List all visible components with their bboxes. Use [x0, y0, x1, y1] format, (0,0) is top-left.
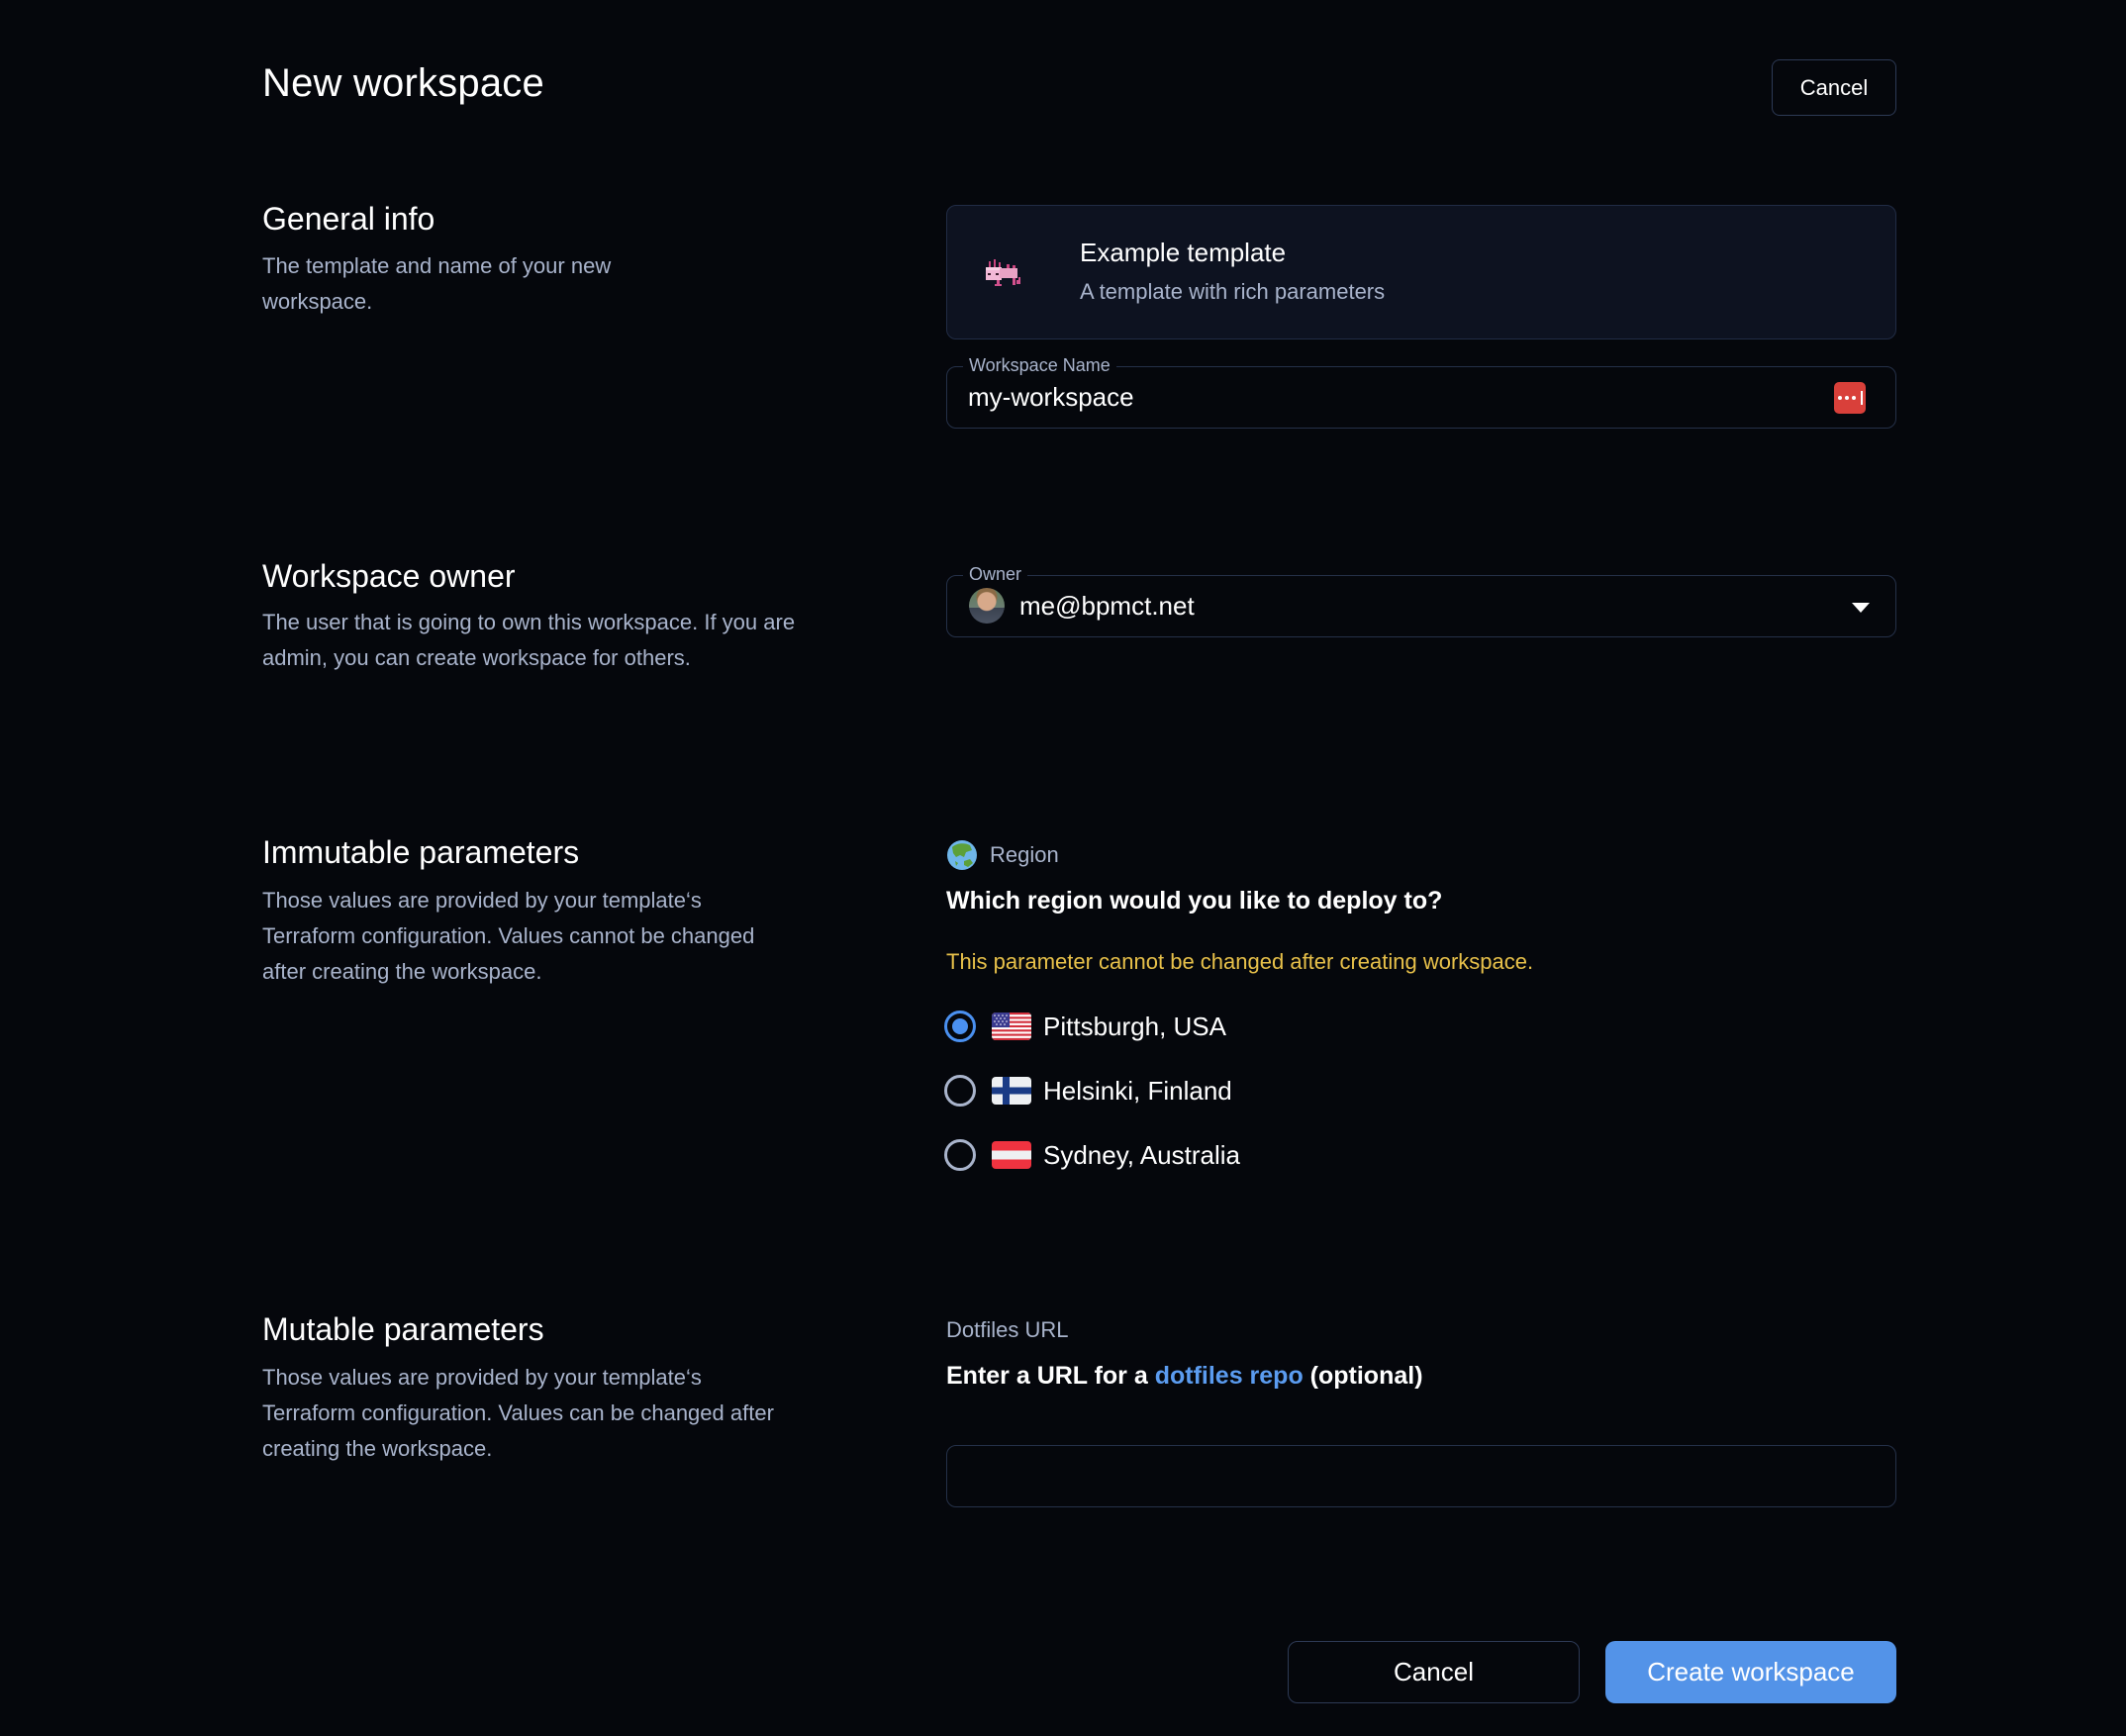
region-option-label: Pittsburgh, USA — [1043, 1011, 1226, 1041]
region-option-pittsburgh[interactable]: Pittsburgh, USA — [944, 1007, 1226, 1046]
page-title: New workspace — [262, 61, 544, 105]
region-option-sydney[interactable]: Sydney, Australia — [944, 1135, 1240, 1175]
workspace-owner-description: The user that is going to own this works… — [262, 610, 796, 670]
owner-value: me@bpmct.net — [1019, 590, 1195, 621]
axolotl-icon — [986, 259, 1020, 286]
dotfiles-prompt-prefix: Enter a URL for a — [946, 1362, 1155, 1390]
dotfiles-prompt: Enter a URL for a dotfiles repo (optiona… — [946, 1362, 1423, 1391]
region-label: Region — [990, 842, 1059, 867]
workspace-owner-heading: Workspace owner — [262, 558, 516, 594]
general-info-description: The template and name of your new worksp… — [262, 253, 612, 314]
header-cancel-button[interactable]: Cancel — [1772, 59, 1896, 116]
create-workspace-button[interactable]: Create workspace — [1605, 1641, 1896, 1703]
dotfiles-url-label: Dotfiles URL — [946, 1317, 1069, 1342]
lastpass-icon[interactable] — [1834, 382, 1866, 414]
region-immutable-warning: This parameter cannot be changed after c… — [946, 949, 1534, 974]
dotfiles-prompt-suffix: (optional) — [1303, 1362, 1423, 1390]
red-white-red-flag-icon — [992, 1141, 1031, 1169]
chevron-down-icon[interactable] — [1852, 603, 1870, 613]
user-avatar — [969, 588, 1005, 624]
globe-icon — [947, 840, 977, 870]
template-name: Example template — [1080, 238, 1287, 267]
footer-cancel-button[interactable]: Cancel — [1288, 1641, 1580, 1703]
mutable-parameters-description: Those values are provided by your templa… — [262, 1365, 774, 1461]
dotfiles-url-input[interactable] — [947, 1446, 1895, 1506]
radio-unchecked[interactable] — [944, 1075, 976, 1107]
immutable-parameters-heading: Immutable parameters — [262, 834, 580, 870]
dotfiles-url-field[interactable] — [946, 1445, 1896, 1507]
region-option-helsinki[interactable]: Helsinki, Finland — [944, 1071, 1232, 1110]
owner-select[interactable]: Owner me@bpmct.net — [946, 563, 1896, 637]
new-workspace-page: New workspace Cancel General info The te… — [0, 0, 2126, 1736]
general-info-heading: General info — [262, 201, 435, 237]
radio-checked[interactable] — [944, 1011, 976, 1042]
workspace-name-field[interactable]: Workspace Name — [946, 354, 1896, 429]
immutable-parameters-description: Those values are provided by your templa… — [262, 888, 755, 984]
region-option-label: Helsinki, Finland — [1043, 1075, 1232, 1106]
workspace-name-input[interactable] — [968, 367, 1816, 427]
template-description: A template with rich parameters — [1080, 279, 1386, 304]
dotfiles-repo-link[interactable]: dotfiles repo — [1155, 1362, 1304, 1390]
region-option-label: Sydney, Australia — [1043, 1139, 1240, 1170]
fi-flag-icon — [992, 1077, 1031, 1105]
region-label-row: Region — [946, 839, 1059, 871]
region-question: Which region would you like to deploy to… — [946, 887, 1443, 915]
radio-unchecked[interactable] — [944, 1139, 976, 1171]
template-card: Example template A template with rich pa… — [946, 205, 1896, 339]
owner-label: Owner — [963, 563, 1028, 585]
mutable-parameters-heading: Mutable parameters — [262, 1311, 544, 1347]
us-flag-icon — [992, 1013, 1031, 1040]
